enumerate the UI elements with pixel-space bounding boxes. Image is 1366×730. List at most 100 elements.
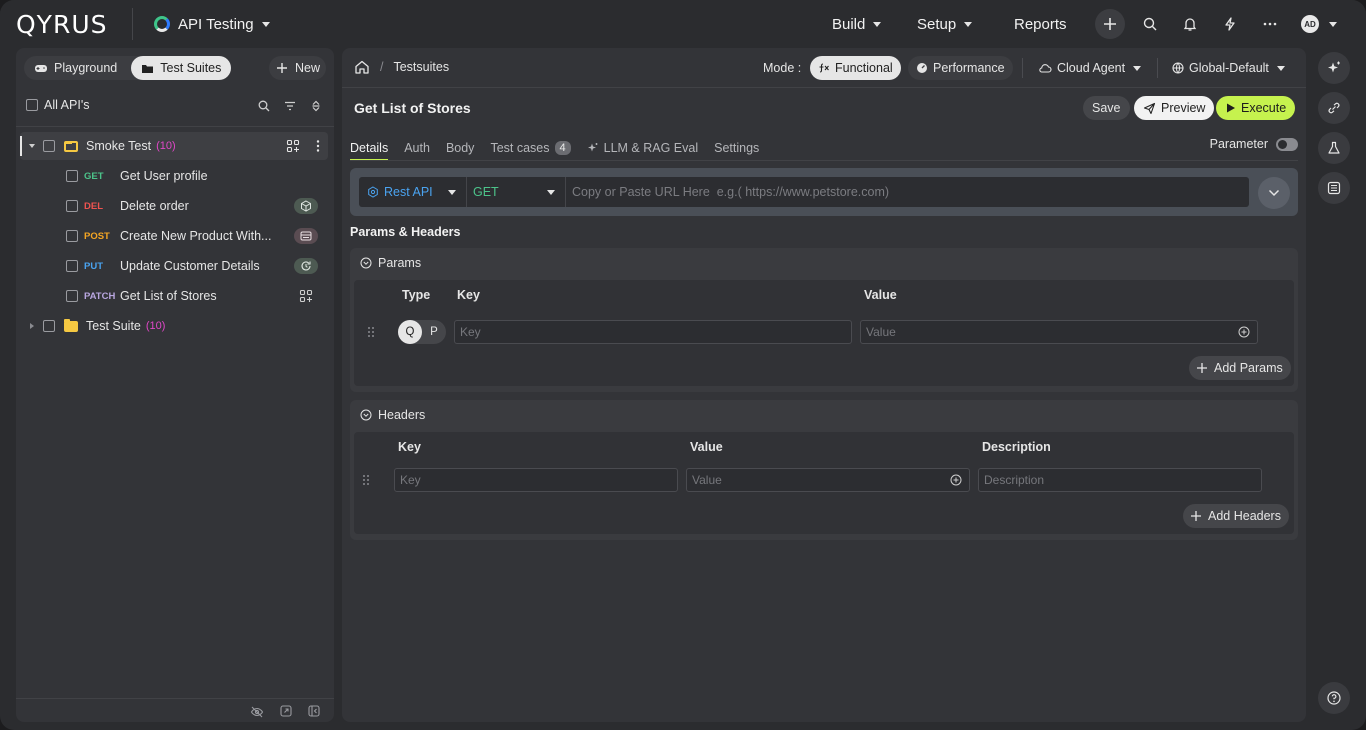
help-button[interactable] xyxy=(1318,682,1350,714)
headers-table: Key Value Description Add Headers xyxy=(354,432,1294,534)
url-input[interactable] xyxy=(566,177,1249,207)
grid-plus-icon xyxy=(286,139,300,153)
api-row-update-customer-details[interactable]: PUT Update Customer Details xyxy=(20,252,328,280)
method-label: GET xyxy=(473,185,499,199)
nav-build[interactable]: Build xyxy=(832,12,882,36)
api-row-delete-order[interactable]: DEL Delete order xyxy=(20,192,328,220)
segment-test-suites[interactable]: Test Suites xyxy=(131,56,232,80)
collapse-circle-icon xyxy=(360,257,372,269)
globe-icon xyxy=(1172,62,1184,74)
top-bar: QYRUS API Testing Build Setup Reports AD xyxy=(0,0,1366,48)
sort-icon[interactable] xyxy=(310,100,322,112)
eye-off-icon[interactable] xyxy=(250,705,264,719)
environment-selector[interactable]: Global-Default xyxy=(1164,56,1293,80)
drag-handle-icon[interactable] xyxy=(363,475,369,485)
mode-functional[interactable]: Functional xyxy=(810,56,901,80)
api-checkbox[interactable] xyxy=(66,230,78,242)
tab-auth-label: Auth xyxy=(404,141,430,155)
param-key-input[interactable] xyxy=(454,320,852,344)
user-menu[interactable]: AD xyxy=(1301,15,1337,33)
tab-settings[interactable]: Settings xyxy=(714,136,759,160)
nav-setup[interactable]: Setup xyxy=(917,12,973,36)
api-row-create-new-product[interactable]: POST Create New Product With... xyxy=(20,222,328,250)
type-path[interactable]: P xyxy=(422,320,446,344)
breadcrumb: / Testsuites xyxy=(354,59,449,75)
qyrus-logo[interactable]: QYRUS xyxy=(16,10,108,39)
new-button[interactable]: New xyxy=(268,56,326,80)
add-circle-icon[interactable] xyxy=(1238,326,1250,338)
api-name: Create New Product With... xyxy=(120,229,272,243)
ai-assistant-button[interactable] xyxy=(1318,52,1350,84)
home-icon[interactable] xyxy=(354,59,370,75)
external-link-icon[interactable] xyxy=(280,705,292,717)
params-header[interactable]: Params xyxy=(360,256,421,270)
flask-icon xyxy=(1328,141,1340,154)
more-button[interactable] xyxy=(1255,9,1285,39)
mode-performance[interactable]: Performance xyxy=(908,56,1013,80)
suite-more-button[interactable] xyxy=(316,139,320,153)
all-apis-checkbox[interactable] xyxy=(26,99,38,111)
api-row-get-list-of-stores[interactable]: PATCH Get List of Stores xyxy=(20,282,328,310)
logs-button[interactable] xyxy=(1318,172,1350,204)
api-type-badge xyxy=(294,198,318,214)
drag-handle-icon[interactable] xyxy=(368,327,374,337)
caret-down-icon[interactable] xyxy=(29,144,35,148)
api-checkbox[interactable] xyxy=(66,200,78,212)
api-row-get-user-profile[interactable]: GET Get User profile xyxy=(20,162,328,190)
search-button[interactable] xyxy=(1135,9,1165,39)
suite-checkbox[interactable] xyxy=(43,320,55,332)
suite-row-test-suite[interactable]: Test Suite (10) xyxy=(20,312,328,340)
add-api-button[interactable] xyxy=(286,139,300,153)
header-value-input[interactable] xyxy=(686,468,970,492)
mode-functional-label: Functional xyxy=(835,61,893,75)
collapse-panel-icon[interactable] xyxy=(308,705,320,717)
tab-auth[interactable]: Auth xyxy=(404,136,430,160)
tab-body-label: Body xyxy=(445,141,475,155)
filter-icon[interactable] xyxy=(284,100,296,112)
api-checkbox[interactable] xyxy=(66,290,78,302)
save-button[interactable]: Save xyxy=(1083,96,1130,120)
tab-test-cases[interactable]: Test cases 4 xyxy=(490,136,571,160)
notifications-button[interactable] xyxy=(1175,9,1205,39)
search-icon xyxy=(1143,17,1157,31)
headers-header[interactable]: Headers xyxy=(360,408,425,422)
lab-button[interactable] xyxy=(1318,132,1350,164)
create-button[interactable] xyxy=(1095,9,1125,39)
activity-button[interactable] xyxy=(1215,9,1245,39)
header-description-input[interactable] xyxy=(978,468,1262,492)
tab-body[interactable]: Body xyxy=(446,136,475,160)
add-params-label: Add Params xyxy=(1214,361,1283,375)
link-button[interactable] xyxy=(1318,92,1350,124)
parameter-toggle[interactable] xyxy=(1276,137,1298,151)
api-checkbox[interactable] xyxy=(66,170,78,182)
execute-button[interactable]: Execute xyxy=(1216,96,1296,120)
method-select[interactable]: GET xyxy=(467,177,566,207)
add-circle-icon[interactable] xyxy=(950,474,962,486)
api-type-select[interactable]: Rest API xyxy=(359,177,467,207)
url-expand-button[interactable] xyxy=(1258,177,1290,209)
search-icon[interactable] xyxy=(258,100,270,112)
segment-playground[interactable]: Playground xyxy=(24,56,127,80)
nav-reports[interactable]: Reports xyxy=(1014,12,1067,36)
nav-reports-label: Reports xyxy=(1014,15,1067,33)
url-bar: Rest API GET xyxy=(350,168,1298,216)
plus-icon xyxy=(1104,18,1116,30)
suite-checkbox[interactable] xyxy=(43,140,55,152)
add-params-button[interactable]: Add Params xyxy=(1189,356,1291,380)
tab-llm-rag-eval[interactable]: LLM & RAG Eval xyxy=(587,136,698,160)
agent-selector[interactable]: Cloud Agent xyxy=(1030,56,1149,80)
suite-row-smoke-test[interactable]: Smoke Test (10) xyxy=(20,132,328,160)
add-headers-button[interactable]: Add Headers xyxy=(1183,504,1289,528)
sidebar-tools xyxy=(258,100,322,112)
param-value-input[interactable] xyxy=(860,320,1258,344)
caret-right-icon[interactable] xyxy=(30,323,34,329)
api-checkbox[interactable] xyxy=(66,260,78,272)
params-card: Params Type Key Value Q P Add Params xyxy=(350,248,1298,392)
tab-details[interactable]: Details xyxy=(350,136,389,161)
product-selector[interactable]: API Testing xyxy=(154,12,270,36)
preview-button[interactable]: Preview xyxy=(1134,96,1215,120)
divider xyxy=(1157,58,1158,78)
header-key-input[interactable] xyxy=(394,468,678,492)
breadcrumb-current[interactable]: Testsuites xyxy=(393,60,449,74)
type-query[interactable]: Q xyxy=(398,320,422,344)
